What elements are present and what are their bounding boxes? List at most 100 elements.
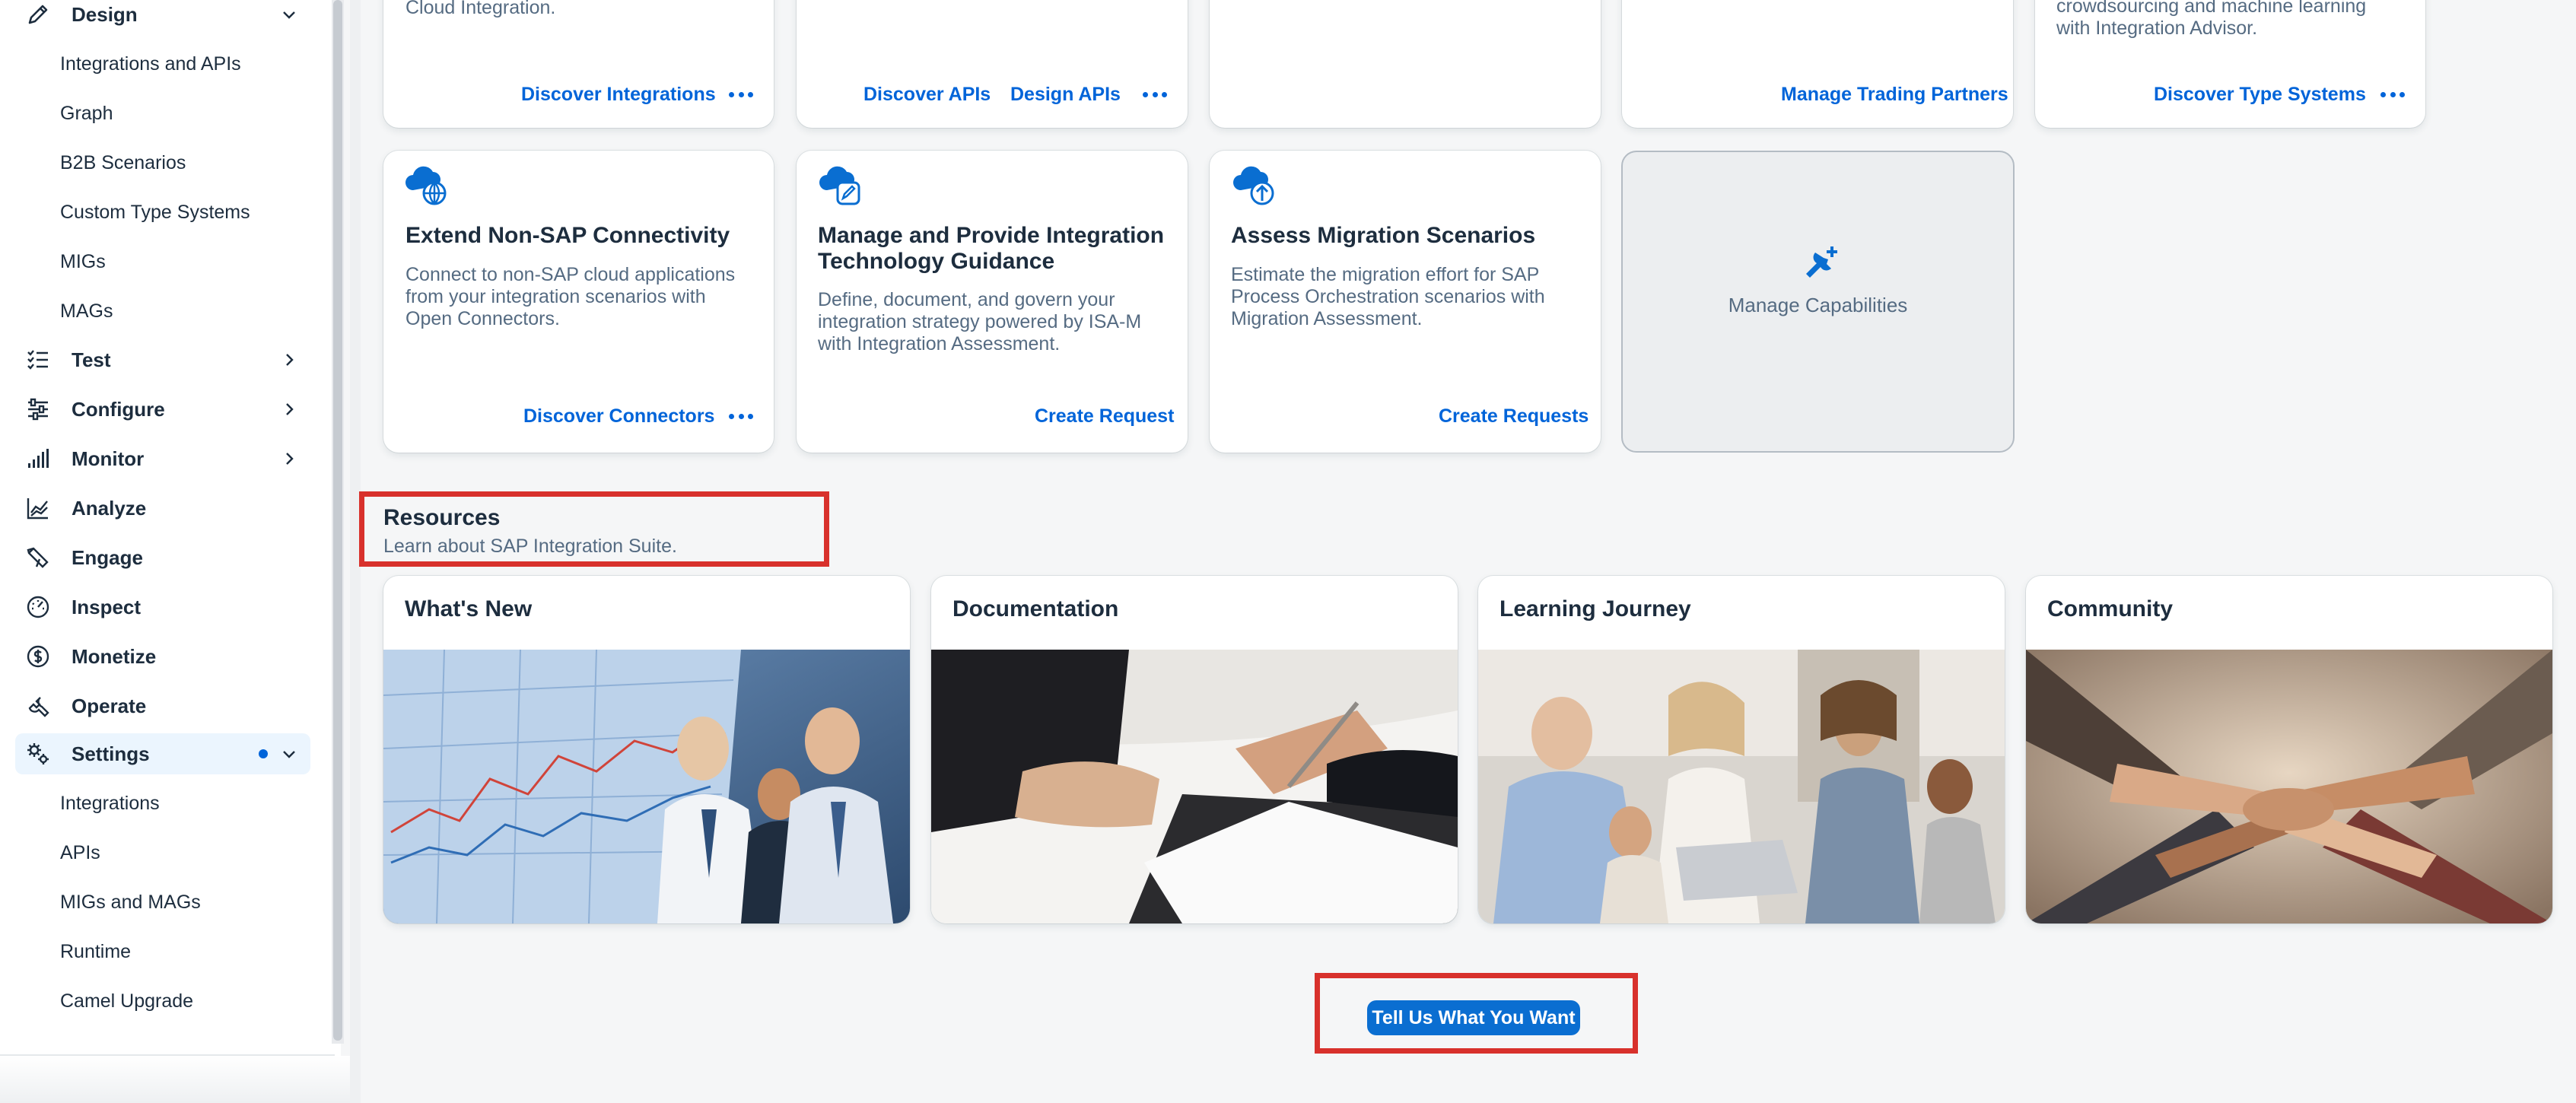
resource-tile-community[interactable]: Community [2026, 576, 2552, 923]
nav-test[interactable]: Test [15, 339, 310, 380]
card-title-line: Technology Guidance [818, 249, 1055, 274]
resource-tile-learning-journey[interactable]: Learning Journey [1478, 576, 2005, 923]
discover-type-systems-link[interactable]: Discover Type Systems [2154, 83, 2366, 106]
gauge-icon [24, 593, 52, 621]
nav-label-analyze: Analyze [72, 496, 147, 520]
nav-label-design: Design [72, 2, 138, 26]
nav-label-engage: Engage [72, 545, 143, 569]
nav-analyze[interactable]: Analyze [15, 488, 310, 529]
tile-title: Documentation [952, 596, 1119, 621]
nav-label-monitor: Monitor [72, 447, 145, 470]
nav-engage[interactable]: Engage [15, 537, 310, 578]
nav-label-settings: Settings [72, 742, 150, 765]
discover-apis-link[interactable]: Discover APIs [863, 83, 991, 106]
more-options-icon[interactable] [726, 83, 756, 106]
nav-sub-b2b-scenarios[interactable]: B2B Scenarios [60, 148, 186, 178]
design-apis-link[interactable]: Design APIs [1010, 83, 1121, 106]
card-apis[interactable]: Discover APIs Design APIs [797, 0, 1188, 128]
bar-chart-icon [24, 445, 52, 472]
sidebar-scrollbar-thumb[interactable] [333, 0, 342, 1041]
tile-title: Community [2047, 596, 2173, 621]
more-options-icon[interactable] [2377, 83, 2408, 106]
line-chart-icon [24, 494, 52, 522]
nav-sub-migs-and-mags[interactable]: MIGs and MAGs [60, 887, 201, 917]
nav-sub-mags[interactable]: MAGs [60, 296, 113, 326]
engage-icon [24, 544, 52, 571]
nav-label-configure: Configure [72, 397, 165, 421]
notification-dot [259, 749, 268, 758]
more-options-icon[interactable] [1140, 83, 1170, 106]
create-requests-link[interactable]: Create Requests [1439, 405, 1589, 428]
nav-monitor[interactable]: Monitor [15, 438, 310, 479]
chevron-right-icon [286, 453, 294, 465]
card-type-systems[interactable]: crowdsourcing and machine learning with … [2035, 0, 2425, 128]
manage-capabilities-label: Manage Capabilities [1728, 294, 1908, 316]
sliders-icon [24, 396, 52, 423]
card-title-line: Manage and Provide Integration [818, 223, 1165, 248]
cloud-upload-icon [1233, 166, 1274, 205]
nav-label-operate: Operate [72, 694, 147, 717]
nav-sub-apis[interactable]: APIs [60, 838, 100, 868]
discover-connectors-link[interactable]: Discover Connectors [523, 405, 714, 428]
card-description-line: Connect to non-SAP cloud applications [405, 264, 736, 285]
chevron-down-icon [283, 751, 295, 758]
nav-sub-custom-type-systems[interactable]: Custom Type Systems [60, 197, 250, 227]
nav-configure[interactable]: Configure [15, 389, 310, 430]
nav-sub-integrations-and-apis[interactable]: Integrations and APIs [60, 49, 241, 79]
nav-label-test: Test [72, 348, 111, 371]
nav-sub-integrations[interactable]: Integrations [60, 788, 160, 819]
chevron-right-icon [286, 403, 294, 415]
nav-design[interactable]: Design [15, 0, 310, 35]
card-extend-non-sap-connectivity[interactable]: Extend Non-SAP Connectivity Connect to n… [383, 151, 774, 453]
card-description-line: Open Connectors. [405, 308, 560, 329]
create-request-link[interactable]: Create Request [1035, 405, 1174, 428]
nav-operate[interactable]: Operate [15, 685, 310, 726]
chevron-down-icon [283, 11, 295, 19]
settings-gears-icon [24, 740, 52, 768]
sidebar-footer [0, 1056, 350, 1103]
card-description-line: integration strategy powered by ISA-M [818, 311, 1142, 332]
cloud-edit-icon [819, 166, 860, 205]
tile-title: Learning Journey [1499, 596, 1691, 621]
nav-sub-camel-upgrade[interactable]: Camel Upgrade [60, 986, 193, 1016]
card-description-line: Migration Assessment. [1231, 308, 1423, 329]
checklist-icon [24, 346, 52, 373]
card-title: Assess Migration Scenarios [1231, 223, 1536, 248]
nav-label-inspect: Inspect [72, 595, 142, 618]
cloud-globe-icon [405, 166, 447, 205]
hands-signing-documents-image [931, 650, 1458, 923]
stacked-hands-teamwork-image [2026, 650, 2552, 923]
card-description-line: with Integration Assessment. [818, 333, 1061, 354]
nav-monetize[interactable]: Monetize [15, 636, 310, 677]
nav-sub-migs[interactable]: MIGs [60, 246, 106, 277]
card-empty-top[interactable] [1210, 0, 1601, 128]
tile-title: What's New [405, 596, 533, 621]
card-description-line: from your integration scenarios with [405, 286, 706, 307]
more-options-icon[interactable] [726, 405, 756, 428]
highlight-box-cta [1315, 973, 1638, 1054]
card-assess-migration-scenarios[interactable]: Assess Migration Scenarios Estimate the … [1210, 151, 1601, 453]
manage-trading-partners-link[interactable]: Manage Trading Partners [1781, 83, 2008, 106]
dollar-icon [24, 643, 52, 670]
nav-sub-graph[interactable]: Graph [60, 98, 113, 129]
card-text-fragment: with Integration Advisor. [2056, 17, 2258, 39]
discover-integrations-link[interactable]: Discover Integrations [521, 83, 716, 106]
add-tool-icon [1806, 246, 1837, 278]
card-text-fragment: crowdsourcing and machine learning [2056, 0, 2367, 17]
nav-label-monetize: Monetize [72, 644, 157, 668]
side-navigation: Design Integrations and APIs Graph B2B S… [0, 0, 341, 1103]
resource-tile-documentation[interactable]: Documentation [931, 576, 1458, 923]
nav-sub-runtime[interactable]: Runtime [60, 936, 131, 967]
nav-settings[interactable]: Settings [15, 733, 310, 774]
card-integration-technology-guidance[interactable]: Manage and Provide Integration Technolog… [797, 151, 1188, 453]
card-description-line: Define, document, and govern your [818, 289, 1115, 310]
card-description-line: Estimate the migration effort for SAP [1231, 264, 1540, 285]
card-discover-integrations[interactable]: Cloud Integration. Discover Integrations [383, 0, 774, 128]
card-text-fragment: Cloud Integration. [405, 0, 556, 18]
manage-capabilities-card[interactable]: Manage Capabilities [1621, 151, 2015, 453]
resource-tile-whats-new[interactable]: What's New [383, 576, 910, 923]
pencil-icon [24, 1, 52, 28]
nav-inspect[interactable]: Inspect [15, 586, 310, 628]
highlight-box-resources [359, 491, 829, 567]
card-trading-partners[interactable]: Manage Trading Partners [1622, 0, 2013, 128]
